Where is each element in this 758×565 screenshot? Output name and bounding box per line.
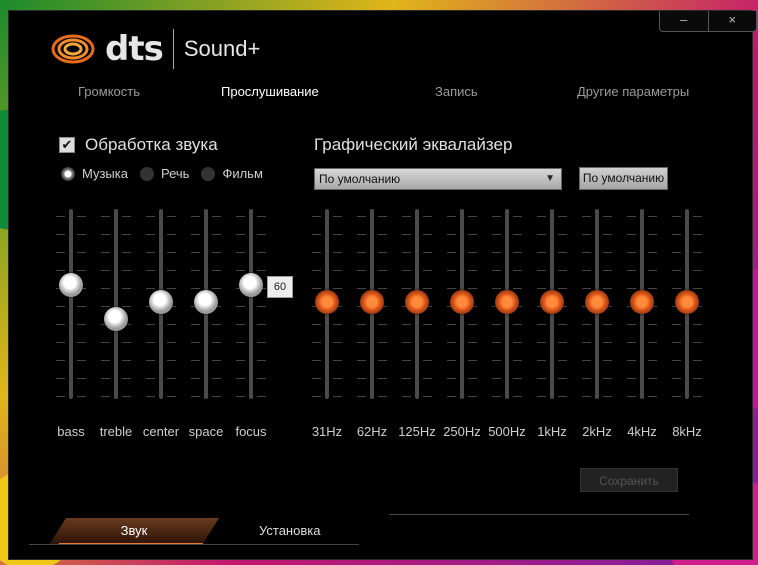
eq-preset-select[interactable]: По умолчанию ▼ [314,168,562,190]
slider-knob[interactable] [194,290,218,314]
band-label: 8kHz [672,424,702,439]
save-button[interactable]: Сохранить [580,468,678,492]
eq-slider-4khz[interactable] [627,209,657,399]
radio-label: Музыка [82,166,128,181]
eq-slider-8khz[interactable] [672,209,702,399]
label-focus: focus [235,424,267,439]
slider-knob[interactable] [540,290,564,314]
slider-knob[interactable] [495,290,519,314]
slider-knob[interactable] [104,307,128,331]
label-center: center [142,424,180,439]
slider-knob[interactable] [405,290,429,314]
divider-line-upper [389,514,689,515]
band-label: 125Hz [398,424,436,439]
slider-bass[interactable] [56,209,86,399]
product-name: Sound+ [183,36,261,61]
slider-treble[interactable] [101,209,131,399]
radio-music[interactable]: Музыка [61,166,128,181]
slider-knob[interactable] [239,273,263,297]
slider-knob[interactable] [149,290,173,314]
window-controls: – × [659,11,757,32]
app-window: – × dts Sound+ Громкость Прослушивание З… [8,10,757,561]
band-label: 62Hz [356,424,388,439]
tab-recording[interactable]: Запись [435,84,478,99]
band-label: 31Hz [311,424,343,439]
slider-space[interactable] [191,209,221,399]
chevron-down-icon: ▼ [545,173,555,184]
dts-wordmark: dts [105,29,164,69]
label-space: space [188,424,224,439]
logo-divider [172,29,174,69]
tab-install[interactable]: Установка [259,523,320,538]
band-label: 500Hz [488,424,526,439]
slider-knob[interactable] [630,290,654,314]
close-button[interactable]: × [707,11,757,31]
reset-default-button[interactable]: По умолчанию [579,167,668,190]
mode-radio-group: Музыка Речь Фильм [61,166,275,181]
brand-logo: dts Sound+ [51,29,260,69]
slider-knob[interactable] [450,290,474,314]
radio-label: Фильм [222,166,263,181]
band-label: 1kHz [537,424,567,439]
eq-title: Графический эквалайзер [314,135,513,154]
processing-checkbox[interactable]: ✔ Обработка звука [59,135,218,155]
tab-sound[interactable]: Звук [49,518,219,545]
band-label: 4kHz [627,424,657,439]
eq-slider-62hz[interactable] [357,209,387,399]
eq-slider-500hz[interactable] [492,209,522,399]
eq-preset-value: По умолчанию [319,172,401,186]
slider-value-tooltip: 60 [267,276,293,298]
divider-line [29,544,359,545]
eq-slider-31hz[interactable] [312,209,342,399]
minimize-button[interactable]: – [660,11,708,31]
tab-other-settings[interactable]: Другие параметры [577,84,689,99]
radio-dot-icon [201,166,216,181]
radio-speech[interactable]: Речь [139,166,190,181]
tab-listening[interactable]: Прослушивание [221,84,319,99]
radio-movie[interactable]: Фильм [201,166,263,181]
band-label: 250Hz [443,424,481,439]
band-label: 2kHz [582,424,612,439]
checkmark-icon: ✔ [59,137,75,153]
eq-slider-250hz[interactable] [447,209,477,399]
radio-dot-icon [61,166,75,181]
eq-slider-2khz[interactable] [582,209,612,399]
slider-knob[interactable] [315,290,339,314]
radio-label: Речь [160,166,190,181]
slider-knob[interactable] [360,290,384,314]
slider-center[interactable] [146,209,176,399]
eq-slider-125hz[interactable] [402,209,432,399]
tab-sound-label: Звук [120,523,148,538]
dts-swirl-icon [51,34,95,64]
slider-knob[interactable] [585,290,609,314]
slider-focus[interactable] [236,209,266,399]
eq-slider-1khz[interactable] [537,209,567,399]
label-treble: treble [99,424,133,439]
processing-label: Обработка звука [85,135,218,154]
bottom-nav: Звук Установка [9,506,754,561]
slider-knob[interactable] [675,290,699,314]
slider-knob[interactable] [59,273,83,297]
label-bass: bass [57,424,85,439]
tab-volume[interactable]: Громкость [78,84,140,99]
radio-dot-icon [139,166,154,181]
